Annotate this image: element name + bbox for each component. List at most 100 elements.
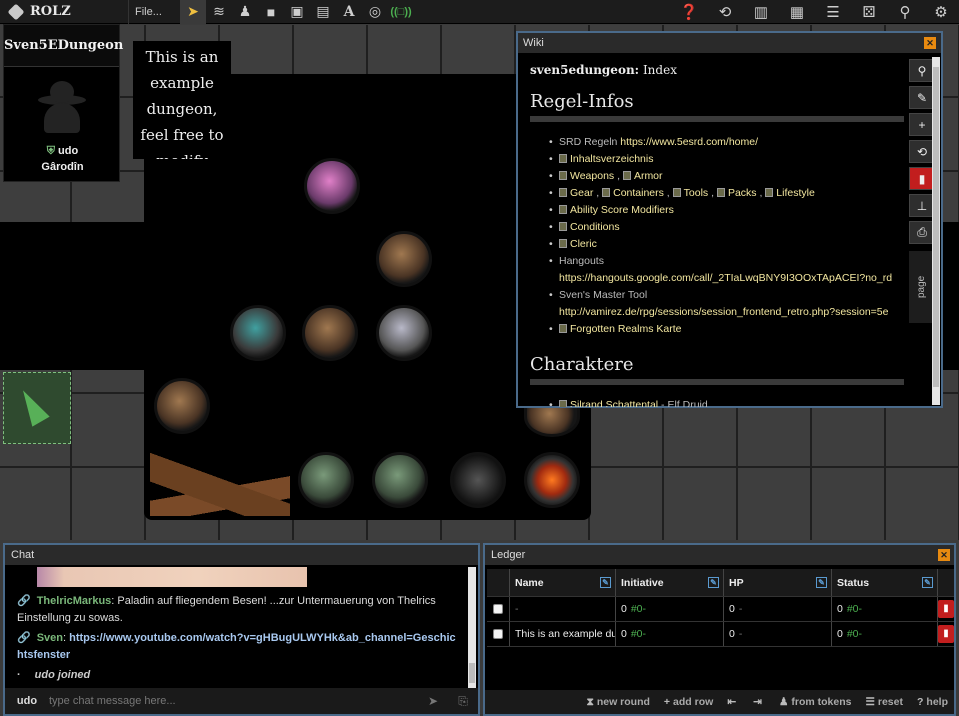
col-hp: HP ✎ — [723, 569, 831, 596]
marker-tool-icon[interactable]: ≋ — [206, 0, 232, 24]
attach-icon[interactable]: ⎘ — [448, 694, 478, 709]
file-menu[interactable]: File... — [128, 0, 180, 24]
row-checkbox[interactable] — [487, 622, 509, 646]
edit-icon[interactable]: ✎ — [708, 577, 719, 588]
book-icon — [559, 324, 567, 333]
wiki-link[interactable]: Tools — [684, 187, 709, 199]
wiki-link[interactable]: http://vamirez.de/rpg/sessions/session_f… — [559, 306, 888, 318]
character-sheet-icon[interactable]: ▦ — [779, 0, 815, 24]
cell-name[interactable]: This is an example du — [509, 622, 615, 646]
character-avatar[interactable] — [38, 81, 86, 133]
cell-hp[interactable]: 0- — [723, 597, 831, 621]
wiki-icon[interactable]: ▥ — [743, 0, 779, 24]
list-icon[interactable]: ☰ — [815, 0, 851, 24]
wiki-link[interactable]: https://www.5esrd.com/home/ — [620, 136, 758, 148]
top-toolbar: ROLZ File... ➤ ≋ ♟ ■ ▣ ▤ A ◎ ((□)) ❓ ⟲ ▥… — [0, 0, 959, 24]
chat-user-name[interactable]: udo — [5, 695, 49, 707]
rectangle-tool-icon[interactable]: ■ — [258, 0, 284, 24]
text-tool-icon[interactable]: A — [336, 0, 362, 24]
token-orc-2[interactable] — [372, 452, 428, 508]
cell-initiative[interactable]: 0 #0- — [615, 597, 723, 621]
select-tool-icon[interactable]: ➤ — [180, 0, 206, 24]
wiki-link[interactable]: Silrand Schattental — [570, 399, 658, 407]
token-knight[interactable] — [376, 305, 432, 361]
wiki-link[interactable]: https://hangouts.google.com/call/_2TIaLw… — [559, 272, 892, 284]
settings-icon[interactable]: ⚙ — [923, 0, 959, 24]
cell-text: 0 — [837, 603, 843, 615]
ledger-header[interactable]: Ledger ✕ — [485, 545, 954, 565]
token-barbarian[interactable] — [302, 305, 358, 361]
chat-header[interactable]: Chat — [5, 545, 478, 565]
gallery-tool-icon[interactable]: ▤ — [310, 0, 336, 24]
wiki-link[interactable]: Ability Score Modifiers — [570, 204, 674, 216]
wiki-link[interactable]: Inhaltsverzeichnis — [570, 153, 653, 165]
app-logo[interactable]: ROLZ — [0, 0, 128, 24]
wiki-link[interactable]: Packs — [728, 187, 757, 199]
token-rogue[interactable] — [154, 378, 210, 434]
edit-icon[interactable]: ✎ — [600, 577, 611, 588]
wiki-link[interactable]: Cleric — [570, 238, 597, 250]
help-button[interactable]: ? help — [917, 696, 948, 708]
next-turn-button[interactable]: ⇥ — [753, 696, 765, 708]
token-fire-pit[interactable] — [524, 452, 580, 508]
row-checkbox[interactable] — [487, 597, 509, 621]
delete-row-icon[interactable]: ▮ — [938, 625, 954, 643]
chat-input[interactable]: type chat message here... — [49, 695, 418, 707]
token-teal-warrior[interactable] — [230, 305, 286, 361]
cell-hp[interactable]: 0- — [723, 622, 831, 646]
from-tokens-button[interactable]: ♟ from tokens — [779, 696, 852, 708]
pin-icon[interactable]: ⚲ — [887, 0, 923, 24]
new-round-button[interactable]: ⧗ new round — [586, 696, 649, 709]
book-icon — [765, 188, 774, 197]
wiki-scrollbar[interactable] — [932, 57, 940, 405]
wiki-link[interactable]: Containers — [613, 187, 664, 199]
selected-cell[interactable] — [3, 372, 71, 444]
help-icon[interactable]: ❓ — [671, 0, 707, 24]
dice-logo-icon — [7, 3, 25, 20]
chat-scrollbar[interactable] — [468, 567, 476, 690]
ledger-close-button[interactable]: ✕ — [938, 549, 950, 561]
add-row-button[interactable]: + add row — [664, 696, 713, 708]
stamp-tool-icon[interactable]: ♟ — [232, 0, 258, 24]
prev-turn-button[interactable]: ⇤ — [727, 696, 739, 708]
chat-image[interactable] — [37, 567, 307, 587]
image-tool-icon[interactable]: ▣ — [284, 0, 310, 24]
chat-sender[interactable]: Sven — [37, 632, 63, 644]
wiki-link[interactable]: Weapons — [570, 170, 614, 182]
wiki-link[interactable]: Conditions — [570, 221, 620, 233]
send-icon[interactable]: ➤ — [418, 694, 448, 708]
radio-tool-icon[interactable]: ((□)) — [388, 0, 414, 24]
token-orc-1[interactable] — [298, 452, 354, 508]
map-note-card[interactable]: This is an example dungeon, feel free to… — [133, 41, 231, 159]
target-tool-icon[interactable]: ◎ — [362, 0, 388, 24]
chat-link[interactable]: https://www.youtube.com/watch?v=gHBugULW… — [17, 632, 456, 661]
wiki-link[interactable]: Armor — [634, 170, 663, 182]
reset-button[interactable]: ☰ reset — [865, 696, 903, 708]
chat-sender[interactable]: ThelricMarkus — [37, 595, 112, 607]
cell-status[interactable]: 0 #0- — [831, 622, 937, 646]
col-label: Status — [837, 576, 870, 589]
crates-prop[interactable] — [150, 452, 290, 516]
cell-status[interactable]: 0 #0- — [831, 597, 937, 621]
cell-name[interactable]: - — [509, 597, 615, 621]
token-pink-creature[interactable] — [304, 158, 360, 214]
token-fallen-figure[interactable] — [450, 452, 506, 508]
wiki-link[interactable]: Gear — [570, 187, 593, 199]
delete-row-icon[interactable]: ▮ — [938, 600, 954, 618]
cell-initiative[interactable]: 0 #0- — [615, 622, 723, 646]
ledger-panel: Ledger ✕ Name ✎ Initiative ✎ HP ✎ Status ✎ -0… — [483, 543, 956, 716]
edit-icon[interactable]: ✎ — [816, 577, 827, 588]
book-icon — [559, 188, 567, 197]
history-icon[interactable]: ⟲ — [707, 0, 743, 24]
token-beast[interactable] — [376, 231, 432, 287]
wiki-close-button[interactable]: ✕ — [924, 37, 936, 49]
wiki-header[interactable]: Wiki ✕ — [518, 33, 941, 53]
dice-icon[interactable]: ⚄ — [851, 0, 887, 24]
wiki-link[interactable]: Forgotten Realms Karte — [570, 323, 681, 335]
ledger-table: Name ✎ Initiative ✎ HP ✎ Status ✎ -0 #0- 0-0 #0… — [487, 569, 954, 647]
edit-icon[interactable]: ✎ — [922, 577, 933, 588]
wiki-link[interactable]: Lifestyle — [776, 187, 815, 199]
col-actions — [937, 569, 954, 596]
breadcrumb-index[interactable]: Index — [643, 63, 677, 77]
breadcrumb-page[interactable]: sven5edungeon: — [530, 63, 639, 77]
